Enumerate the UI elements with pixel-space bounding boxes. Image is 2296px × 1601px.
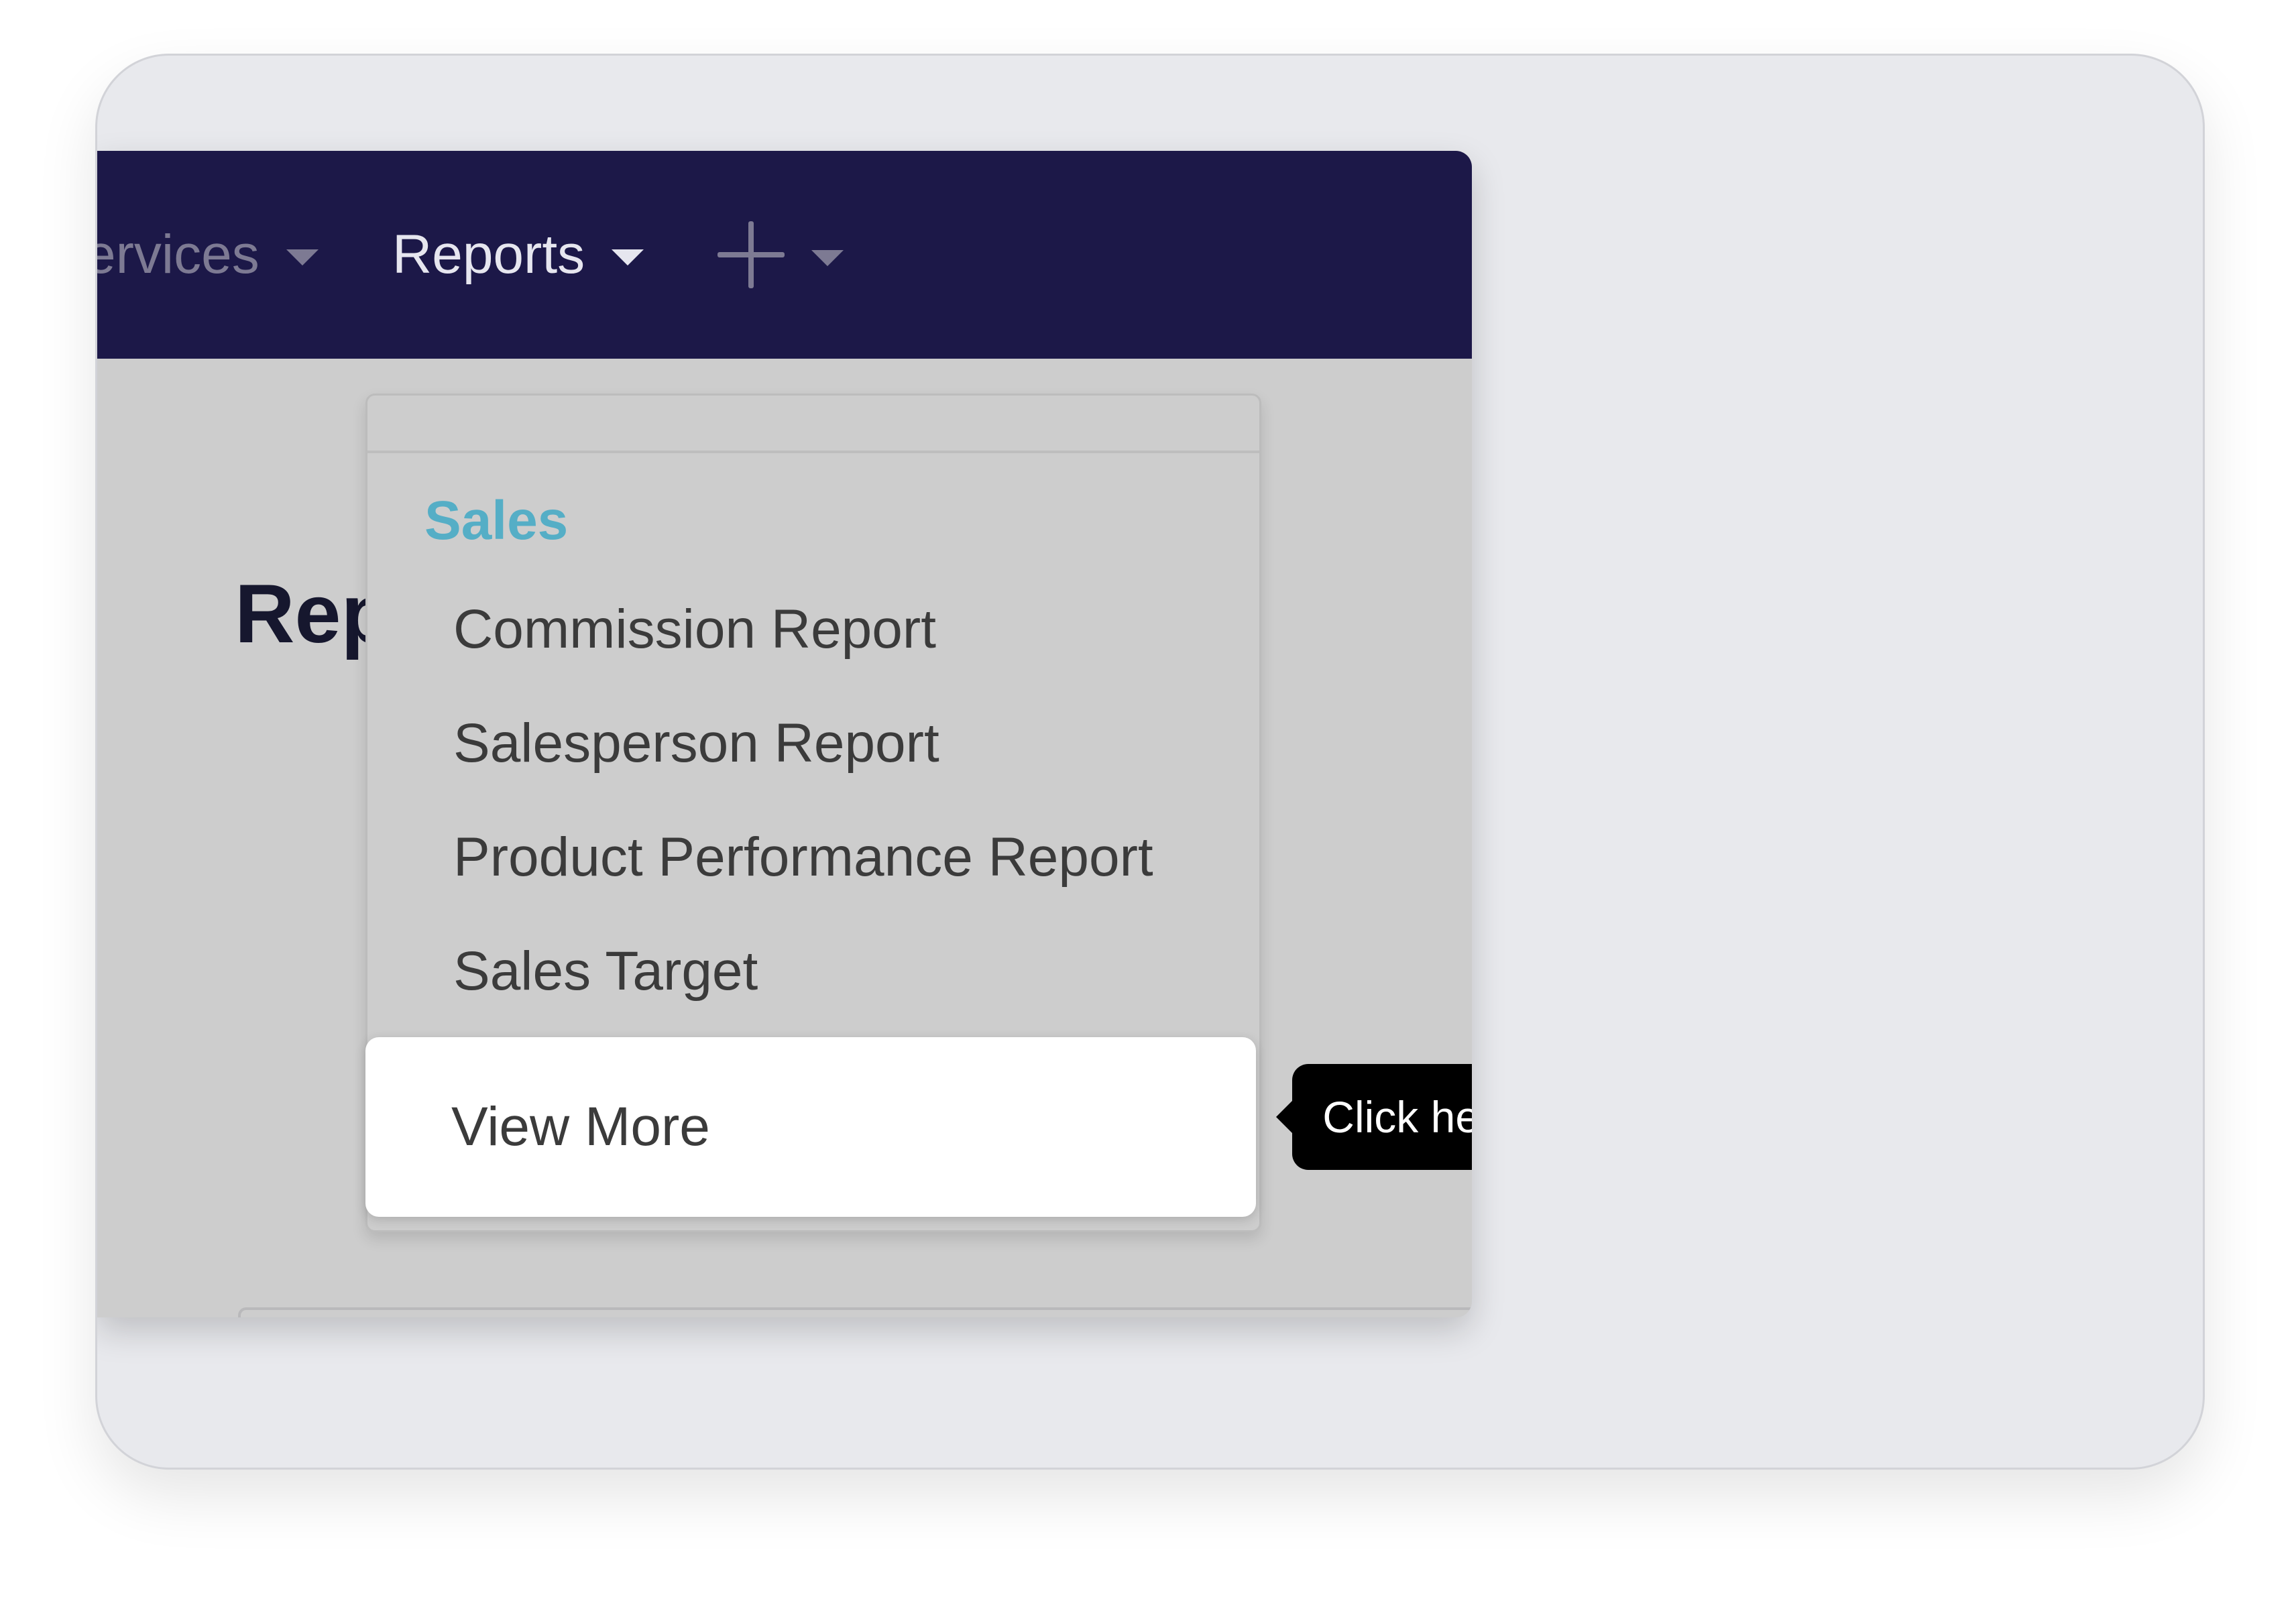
chevron-down-icon [286,249,319,265]
nav-reports-menu[interactable]: Reports [392,151,644,359]
view-more-label: View More [451,1096,710,1157]
nav-add-menu[interactable] [718,151,844,359]
app-screenshot: ervices Reports Rep Sales Commission Rep… [97,151,1472,1317]
tooltip-arrow [1276,1101,1292,1133]
content-panel [238,1307,1472,1317]
chevron-down-icon [811,250,844,266]
nav-services-label: ervices [97,224,260,285]
screenshot-card: ervices Reports Rep Sales Commission Rep… [95,54,2205,1470]
dropdown-divider [367,451,1259,453]
menu-item-salesperson-report[interactable]: Salesperson Report [453,712,939,775]
nav-services-menu[interactable]: ervices [97,151,319,359]
top-navbar: ervices Reports [97,151,1472,359]
menu-item-commission-report[interactable]: Commission Report [453,598,936,661]
plus-icon [718,221,785,288]
menu-item-sales-target[interactable]: Sales Target [453,940,758,1003]
tooltip: Click here [1276,1064,1472,1170]
menu-item-product-performance-report[interactable]: Product Performance Report [453,826,1153,889]
dropdown-section-heading: Sales [424,490,569,551]
chevron-down-icon [612,249,644,265]
view-more-button[interactable]: View More [365,1037,1256,1217]
nav-reports-label: Reports [392,224,585,285]
tooltip-text: Click here [1322,1092,1472,1142]
